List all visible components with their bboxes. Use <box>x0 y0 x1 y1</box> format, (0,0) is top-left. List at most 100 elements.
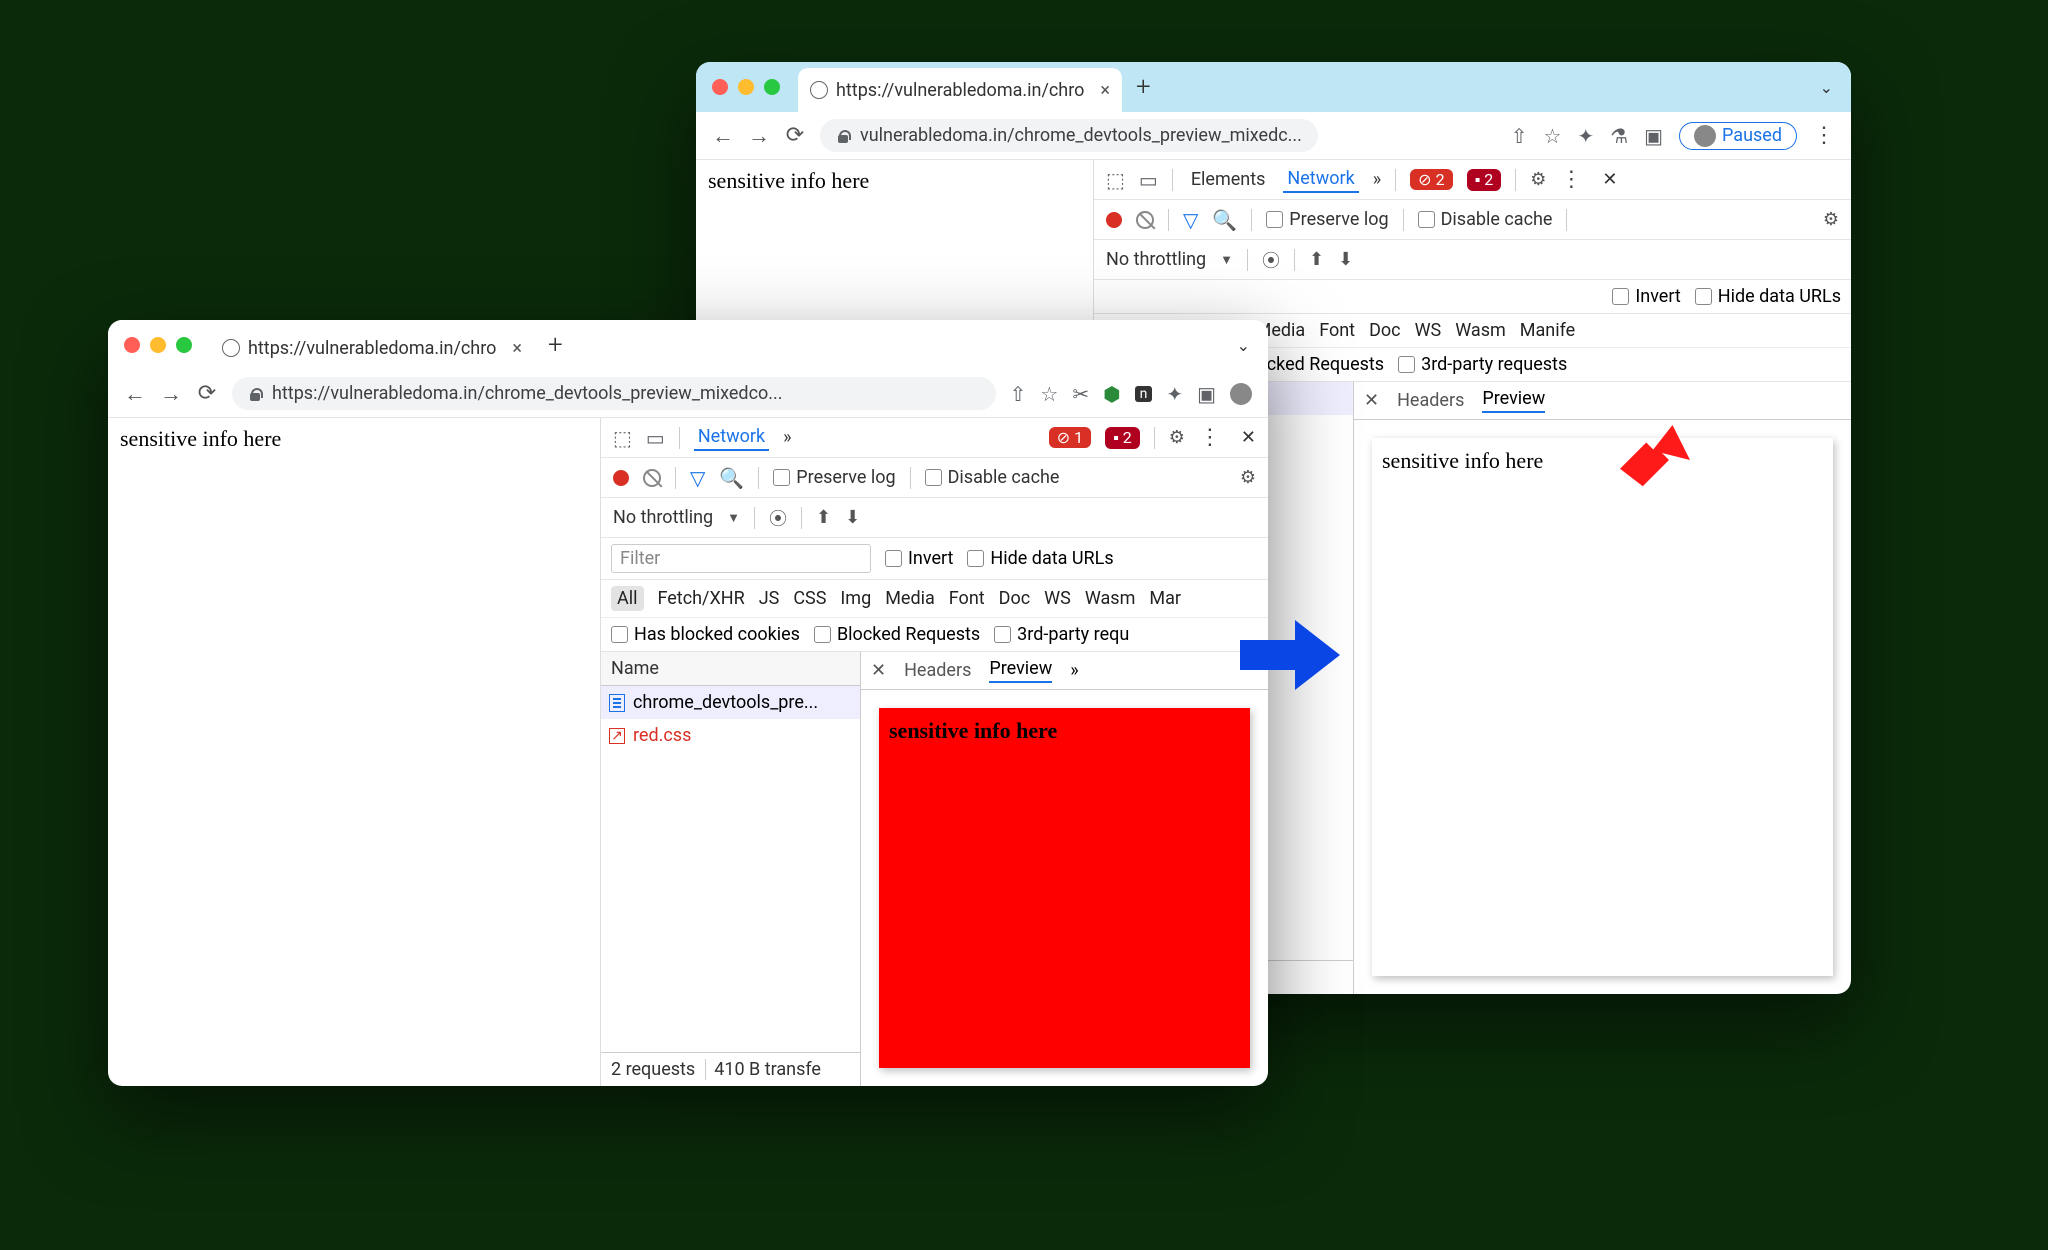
error-badge[interactable]: ⊘ 1 <box>1049 427 1091 448</box>
disable-cache-checkbox[interactable]: Disable cache <box>925 467 1060 488</box>
filter-manifest[interactable]: Manife <box>1520 320 1575 341</box>
clear-button[interactable] <box>643 469 661 487</box>
search-icon[interactable]: 🔍 <box>1212 208 1237 232</box>
traffic-lights[interactable] <box>124 337 192 353</box>
devtools-close-icon[interactable]: ✕ <box>1241 427 1256 448</box>
request-row[interactable]: ↗ red.css <box>601 719 860 752</box>
new-tab-button[interactable]: + <box>548 330 563 360</box>
close-dot[interactable] <box>124 337 140 353</box>
panel-icon[interactable]: ▣ <box>1197 382 1216 406</box>
max-dot[interactable] <box>764 79 780 95</box>
star-icon[interactable]: ☆ <box>1543 124 1561 148</box>
settings-icon[interactable]: ⚙ <box>1530 169 1546 190</box>
filter-fetch[interactable]: Fetch/XHR <box>658 588 745 609</box>
filter-input[interactable]: Filter <box>611 544 871 573</box>
throttling-select[interactable]: No throttling <box>613 507 713 528</box>
upload-har-icon[interactable]: ⬆ <box>816 507 831 528</box>
device-icon[interactable]: ▭ <box>1139 168 1158 192</box>
tab-network[interactable]: Network <box>1283 166 1358 193</box>
upload-har-icon[interactable]: ⬆ <box>1309 249 1324 270</box>
back-button[interactable]: ← <box>712 123 734 149</box>
ext-icon-1[interactable]: ⬢ <box>1103 382 1120 406</box>
max-dot[interactable] <box>176 337 192 353</box>
network-settings-icon[interactable]: ⚙ <box>1240 467 1256 488</box>
address-bar[interactable]: https://vulnerabledoma.in/chrome_devtool… <box>232 377 996 410</box>
download-har-icon[interactable]: ⬇ <box>845 507 860 528</box>
filter-font[interactable]: Font <box>1319 320 1355 341</box>
filter-js[interactable]: JS <box>759 588 780 609</box>
detail-more-icon[interactable]: » <box>1070 660 1078 681</box>
new-tab-button[interactable]: + <box>1136 72 1151 102</box>
reload-button[interactable]: ⟳ <box>196 381 218 406</box>
filter-icon[interactable]: ▽ <box>1183 208 1198 232</box>
preserve-log-checkbox[interactable]: Preserve log <box>773 467 895 488</box>
forward-button[interactable]: → <box>748 123 770 149</box>
panel-icon[interactable]: ▣ <box>1644 124 1663 148</box>
star-icon[interactable]: ☆ <box>1040 382 1058 406</box>
traffic-lights[interactable] <box>712 79 780 95</box>
settings-icon[interactable]: ⚙ <box>1169 427 1185 448</box>
browser-tab[interactable]: https://vulnerabledoma.in/chro × <box>798 68 1122 112</box>
filter-font[interactable]: Font <box>949 588 985 609</box>
record-button[interactable] <box>613 470 629 486</box>
invert-checkbox[interactable]: Invert <box>885 548 953 569</box>
extensions-icon[interactable]: ✦ <box>1166 382 1183 406</box>
devtools-menu-icon[interactable]: ⋮ <box>1560 167 1582 192</box>
request-row[interactable]: chrome_devtools_pre... <box>601 686 860 719</box>
filter-wasm[interactable]: Wasm <box>1455 320 1506 341</box>
avatar-icon[interactable] <box>1230 383 1252 405</box>
forward-button[interactable]: → <box>160 381 182 407</box>
headers-tab[interactable]: Headers <box>904 660 971 681</box>
detail-close-icon[interactable]: ✕ <box>871 660 886 681</box>
devtools-menu-icon[interactable]: ⋮ <box>1199 425 1221 450</box>
close-dot[interactable] <box>712 79 728 95</box>
preview-tab[interactable]: Preview <box>1482 388 1545 413</box>
tabs-overflow-icon[interactable]: ⌄ <box>1820 78 1833 97</box>
device-icon[interactable]: ▭ <box>646 426 665 450</box>
search-icon[interactable]: 🔍 <box>719 466 744 490</box>
preview-tab[interactable]: Preview <box>989 658 1052 683</box>
hide-urls-checkbox[interactable]: Hide data URLs <box>967 548 1113 569</box>
record-button[interactable] <box>1106 212 1122 228</box>
invert-checkbox[interactable]: Invert <box>1612 286 1680 307</box>
share-icon[interactable]: ⇧ <box>1511 124 1528 148</box>
browser-tab[interactable]: https://vulnerabledoma.in/chro × <box>210 326 534 370</box>
filter-mar[interactable]: Mar <box>1149 588 1181 609</box>
ext-icon-n[interactable]: n <box>1135 386 1153 402</box>
headers-tab[interactable]: Headers <box>1397 390 1464 411</box>
min-dot[interactable] <box>738 79 754 95</box>
clear-button[interactable] <box>1136 211 1154 229</box>
filter-doc[interactable]: Doc <box>1369 320 1401 341</box>
third-party-checkbox[interactable]: 3rd-party requ <box>994 624 1129 645</box>
throttling-select[interactable]: No throttling <box>1106 249 1206 270</box>
filter-all[interactable]: All <box>611 586 644 611</box>
share-icon[interactable]: ⇧ <box>1010 382 1027 406</box>
filter-doc[interactable]: Doc <box>999 588 1031 609</box>
tab-elements[interactable]: Elements <box>1187 167 1270 192</box>
scissors-icon[interactable]: ✂ <box>1072 382 1089 406</box>
chrome-menu-icon[interactable]: ⋮ <box>1813 123 1835 148</box>
error-badge[interactable]: ⊘ 2 <box>1410 169 1452 190</box>
preserve-log-checkbox[interactable]: Preserve log <box>1266 209 1388 230</box>
tab-close-icon[interactable]: × <box>512 338 522 359</box>
issue-badge[interactable]: ▪ 2 <box>1467 169 1502 191</box>
network-conditions-icon[interactable]: ⦿ <box>1262 247 1280 273</box>
tabs-overflow-icon[interactable]: ⌄ <box>1237 336 1250 355</box>
back-button[interactable]: ← <box>124 381 146 407</box>
filter-ws[interactable]: WS <box>1044 588 1071 609</box>
filter-wasm[interactable]: Wasm <box>1085 588 1136 609</box>
filter-media[interactable]: Media <box>885 588 935 609</box>
tab-network[interactable]: Network <box>694 424 769 451</box>
labs-icon[interactable]: ⚗ <box>1610 124 1628 148</box>
filter-css[interactable]: CSS <box>793 588 826 609</box>
network-conditions-icon[interactable]: ⦿ <box>769 505 787 531</box>
reload-button[interactable]: ⟳ <box>784 123 806 148</box>
tab-close-icon[interactable]: × <box>1100 80 1110 101</box>
network-settings-icon[interactable]: ⚙ <box>1823 209 1839 230</box>
hide-urls-checkbox[interactable]: Hide data URLs <box>1695 286 1841 307</box>
disable-cache-checkbox[interactable]: Disable cache <box>1418 209 1553 230</box>
profile-paused[interactable]: Paused <box>1679 122 1797 150</box>
third-party-checkbox[interactable]: 3rd-party requests <box>1398 354 1567 375</box>
filter-ws[interactable]: WS <box>1415 320 1442 341</box>
filter-img[interactable]: Img <box>840 588 871 609</box>
